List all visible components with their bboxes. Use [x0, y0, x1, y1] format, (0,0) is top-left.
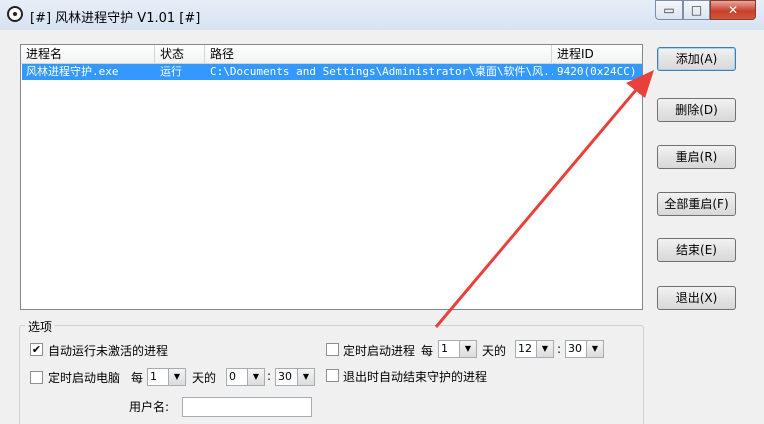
add-button[interactable]: 添加(A)	[657, 47, 736, 71]
timed-start-process-checkbox[interactable]	[326, 343, 339, 356]
close-button[interactable]: ✕	[710, 0, 756, 20]
column-header-pid[interactable]: 进程ID	[552, 45, 642, 63]
minimize-button[interactable]: ▭	[655, 0, 683, 20]
chevron-down-icon: ▼	[586, 341, 603, 357]
proc-days-value: 1	[441, 342, 448, 355]
time-separator: :	[267, 369, 272, 383]
restart-button[interactable]: 重启(R)	[657, 145, 736, 169]
timed-start-pc-checkbox[interactable]	[30, 371, 43, 384]
column-header-path[interactable]: 路径	[205, 45, 552, 63]
list-header: 进程名 状态 路径 进程ID	[21, 45, 642, 64]
proc-hour-select[interactable]: 12 ▼	[515, 340, 554, 358]
window-title: [#] 风林进程守护 V1.01 [#]	[30, 11, 201, 26]
pc-days-select[interactable]: 1 ▼	[147, 368, 186, 386]
chevron-down-icon: ▼	[459, 341, 476, 357]
auto-run-checkbox[interactable]: ✔	[30, 343, 43, 356]
username-label: 用户名:	[129, 400, 170, 414]
chevron-down-icon: ▼	[168, 369, 185, 385]
proc-minute-value: 30	[568, 342, 582, 355]
username-input[interactable]	[182, 397, 312, 417]
maximize-button[interactable]: □	[683, 0, 710, 20]
proc-hour-value: 12	[518, 342, 532, 355]
row-process-name: 风林进程守护.exe	[26, 65, 119, 78]
restart-all-button[interactable]: 全部重启(F)	[657, 192, 736, 216]
pc-hour-value: 0	[229, 370, 236, 383]
row-status: 运行	[160, 65, 182, 78]
proc-minute-select[interactable]: 30 ▼	[565, 340, 604, 358]
exit-button[interactable]: 退出(X)	[657, 286, 736, 310]
chevron-down-icon: ▼	[297, 369, 314, 385]
exit-end-label: 退出时自动结束守护的进程	[343, 370, 488, 384]
column-header-status[interactable]: 状态	[155, 45, 205, 63]
table-row[interactable]: 风林进程守护.exe 运行 C:\Documents and Settings\…	[22, 64, 642, 80]
column-header-name[interactable]: 进程名	[21, 45, 155, 63]
pc-days-value: 1	[150, 370, 157, 383]
every-label: 每	[421, 344, 434, 358]
timed-start-process-label: 定时启动进程	[343, 344, 416, 358]
title-bar: [#] 风林进程守护 V1.01 [#] ▭ □ ✕	[0, 0, 764, 30]
exit-end-checkbox[interactable]	[326, 369, 339, 382]
main-window: [#] 风林进程守护 V1.01 [#] ▭ □ ✕ 进程名 状态 路径 进程I…	[0, 0, 764, 424]
row-pid: 9420(0x24CC)	[557, 65, 637, 78]
time-separator: :	[557, 342, 562, 356]
process-list[interactable]: 进程名 状态 路径 进程ID 风林进程守护.exe 运行 C:\Document…	[20, 44, 643, 310]
delete-button[interactable]: 删除(D)	[657, 98, 736, 122]
every-label: 每	[131, 371, 144, 385]
days-label: 天的	[482, 344, 507, 358]
timed-start-pc-label: 定时启动电脑	[48, 371, 121, 385]
pc-minute-value: 30	[278, 370, 292, 383]
chevron-down-icon: ▼	[536, 341, 553, 357]
app-icon	[7, 6, 23, 22]
row-path: C:\Documents and Settings\Administrator\…	[210, 65, 553, 78]
chevron-down-icon: ▼	[247, 369, 264, 385]
auto-run-label: 自动运行未激活的进程	[48, 344, 169, 358]
end-button[interactable]: 结束(E)	[657, 238, 736, 262]
days-label: 天的	[192, 371, 217, 385]
pc-hour-select[interactable]: 0 ▼	[226, 368, 265, 386]
proc-days-select[interactable]: 1 ▼	[438, 340, 477, 358]
options-group-title: 选项	[25, 318, 56, 335]
pc-minute-select[interactable]: 30 ▼	[275, 368, 315, 386]
